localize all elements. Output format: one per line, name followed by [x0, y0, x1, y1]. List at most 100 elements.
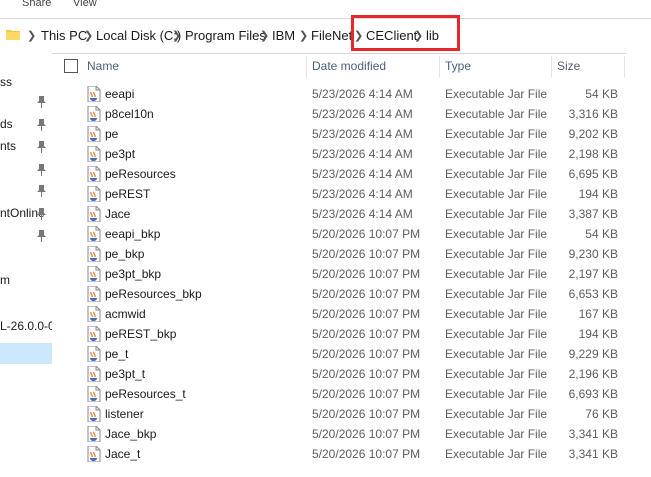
pin-icon[interactable] [37, 208, 46, 220]
file-row[interactable]: listener 5/20/2026 10:07 PM Executable J… [52, 404, 626, 424]
file-name[interactable]: peResources_t [105, 384, 186, 404]
file-name[interactable]: eeapi_bkp [105, 224, 160, 244]
file-size: 9,229 KB [568, 347, 618, 361]
file-row[interactable]: pe3pt_bkp 5/20/2026 10:07 PM Executable … [52, 264, 626, 284]
file-size: 2,197 KB [568, 267, 618, 281]
breadcrumb-ibm[interactable]: IBM [272, 27, 295, 45]
file-name[interactable]: pe3pt_bkp [105, 264, 161, 284]
column-divider[interactable] [624, 56, 625, 78]
column-header-name[interactable]: Name [87, 53, 119, 79]
file-size: 3,341 KB [568, 447, 618, 461]
breadcrumb-local-disk[interactable]: Local Disk (C:) [96, 27, 181, 45]
file-row[interactable]: pe_t 5/20/2026 10:07 PM Executable Jar F… [52, 344, 626, 364]
jar-file-icon [87, 86, 101, 102]
file-type: Executable Jar File [445, 247, 548, 261]
file-row[interactable]: pe3pt_t 5/20/2026 10:07 PM Executable Ja… [52, 364, 626, 384]
file-date-modified: 5/23/2026 4:14 AM [312, 187, 413, 201]
column-header-size[interactable]: Size [557, 53, 580, 79]
file-row[interactable]: peResources_bkp 5/20/2026 10:07 PM Execu… [52, 284, 626, 304]
file-type: Executable Jar File [445, 447, 548, 461]
file-row[interactable]: peResources_t 5/20/2026 10:07 PM Executa… [52, 384, 626, 404]
file-date-modified: 5/20/2026 10:07 PM [312, 227, 421, 241]
pin-icon[interactable] [37, 230, 46, 242]
breadcrumb-this-pc[interactable]: This PC [41, 27, 87, 45]
file-type: Executable Jar File [445, 87, 548, 101]
file-name[interactable]: pe_t [105, 344, 128, 364]
file-type: Executable Jar File [445, 267, 548, 281]
vertical-scrollbar-area[interactable] [626, 53, 651, 477]
ribbon-tab-view[interactable]: View [73, 0, 97, 9]
file-size: 3,387 KB [568, 207, 618, 221]
jar-file-icon [87, 306, 101, 322]
file-row[interactable]: peResources 5/23/2026 4:14 AM Executable… [52, 164, 626, 184]
file-size: 3,316 KB [568, 107, 618, 121]
nav-item[interactable]: L-26.0.0-0- [0, 317, 52, 335]
pin-icon[interactable] [37, 96, 46, 108]
column-divider[interactable] [439, 56, 440, 78]
file-name[interactable]: peResources [105, 164, 176, 184]
file-name[interactable]: peResources_bkp [105, 284, 202, 304]
file-name[interactable]: p8cel10n [105, 104, 154, 124]
file-size: 76 KB [585, 407, 618, 421]
column-header-date-modified[interactable]: Date modified [312, 53, 386, 79]
file-size: 54 KB [585, 227, 618, 241]
file-row[interactable]: acmwid 5/20/2026 10:07 PM Executable Jar… [52, 304, 626, 324]
file-row[interactable]: Jace_t 5/20/2026 10:07 PM Executable Jar… [52, 444, 626, 464]
file-row[interactable]: pe_bkp 5/20/2026 10:07 PM Executable Jar… [52, 244, 626, 264]
file-name[interactable]: eeapi [105, 84, 134, 104]
folder-icon [6, 30, 20, 40]
column-divider[interactable] [551, 56, 552, 78]
file-row[interactable]: pe3pt 5/23/2026 4:14 AM Executable Jar F… [52, 144, 626, 164]
file-row[interactable]: peREST 5/23/2026 4:14 AM Executable Jar … [52, 184, 626, 204]
nav-item[interactable]: nts [0, 137, 16, 155]
file-name[interactable]: pe3pt [105, 144, 135, 164]
file-name[interactable]: peREST [105, 184, 150, 204]
chevron-right-icon[interactable]: ❯ [172, 27, 181, 45]
file-type: Executable Jar File [445, 327, 548, 341]
file-type: Executable Jar File [445, 407, 548, 421]
file-name[interactable]: Jace_bkp [105, 424, 156, 444]
file-name[interactable]: Jace [105, 204, 130, 224]
nav-selected-item[interactable] [0, 343, 52, 364]
chevron-right-icon[interactable]: ❯ [84, 27, 93, 45]
address-bar[interactable]: ❯ This PC ❯ Local Disk (C:) ❯ Program Fi… [0, 18, 651, 54]
nav-item[interactable]: ss [0, 73, 12, 91]
file-date-modified: 5/23/2026 4:14 AM [312, 87, 413, 101]
file-date-modified: 5/20/2026 10:07 PM [312, 447, 421, 461]
file-type: Executable Jar File [445, 187, 548, 201]
file-row[interactable]: eeapi 5/23/2026 4:14 AM Executable Jar F… [52, 84, 626, 104]
file-name[interactable]: pe_bkp [105, 244, 144, 264]
file-name[interactable]: peREST_bkp [105, 324, 176, 344]
file-name[interactable]: pe [105, 124, 118, 144]
jar-file-icon [87, 106, 101, 122]
select-all-checkbox[interactable] [64, 59, 78, 73]
file-name[interactable]: listener [105, 404, 144, 424]
file-row[interactable]: pe 5/23/2026 4:14 AM Executable Jar File… [52, 124, 626, 144]
file-row[interactable]: Jace_bkp 5/20/2026 10:07 PM Executable J… [52, 424, 626, 444]
pin-icon[interactable] [37, 119, 46, 131]
file-row[interactable]: p8cel10n 5/23/2026 4:14 AM Executable Ja… [52, 104, 626, 124]
column-divider[interactable] [306, 56, 307, 78]
chevron-right-icon[interactable]: ❯ [260, 27, 269, 45]
file-name[interactable]: acmwid [105, 304, 146, 324]
column-header-type[interactable]: Type [445, 53, 471, 79]
file-row[interactable]: eeapi_bkp 5/20/2026 10:07 PM Executable … [52, 224, 626, 244]
pin-icon[interactable] [37, 164, 46, 176]
jar-file-icon [87, 286, 101, 302]
file-row[interactable]: Jace 5/23/2026 4:14 AM Executable Jar Fi… [52, 204, 626, 224]
file-size: 6,693 KB [568, 387, 618, 401]
breadcrumb-filenet[interactable]: FileNet [311, 27, 352, 45]
breadcrumb-program-files[interactable]: Program Files [185, 27, 266, 45]
ribbon-tab-share[interactable]: Share [22, 0, 51, 9]
file-name[interactable]: Jace_t [105, 444, 140, 464]
file-row[interactable]: peREST_bkp 5/20/2026 10:07 PM Executable… [52, 324, 626, 344]
file-name[interactable]: pe3pt_t [105, 364, 145, 384]
chevron-right-icon[interactable]: ❯ [299, 27, 308, 45]
jar-file-icon [87, 206, 101, 222]
jar-file-icon [87, 166, 101, 182]
nav-item[interactable]: ds [0, 115, 13, 133]
file-date-modified: 5/20/2026 10:07 PM [312, 427, 421, 441]
nav-item[interactable]: m [0, 271, 10, 289]
pin-icon[interactable] [37, 141, 46, 153]
pin-icon[interactable] [37, 185, 46, 197]
